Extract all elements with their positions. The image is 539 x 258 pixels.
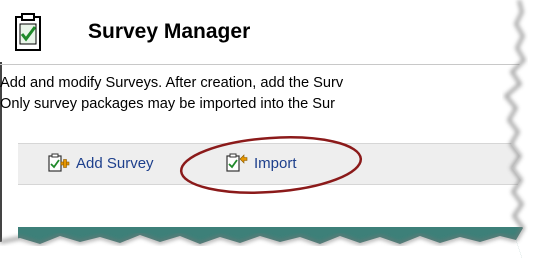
import-button[interactable]: Import: [226, 153, 297, 173]
grid-header-band: [18, 227, 539, 258]
description-line-2: Only survey packages may be imported int…: [0, 96, 336, 112]
add-survey-icon: [48, 153, 70, 172]
page-title: Survey Manager: [88, 20, 251, 43]
screenshot-stage: Survey Manager Add and modify Surveys. A…: [0, 0, 539, 258]
header-divider: [0, 64, 539, 65]
toolbar: Add Survey Import: [18, 143, 539, 185]
survey-manager-panel: Survey Manager Add and modify Surveys. A…: [0, 0, 539, 258]
import-label: Import: [254, 154, 297, 172]
description-line-1: Add and modify Surveys. After creation, …: [0, 75, 344, 91]
checklist-icon: [15, 13, 41, 51]
add-survey-button[interactable]: Add Survey: [48, 153, 154, 173]
add-survey-label: Add Survey: [76, 154, 154, 172]
page-header: Survey Manager: [0, 0, 539, 62]
description: Add and modify Surveys. After creation, …: [0, 73, 539, 115]
import-icon: [226, 153, 248, 172]
